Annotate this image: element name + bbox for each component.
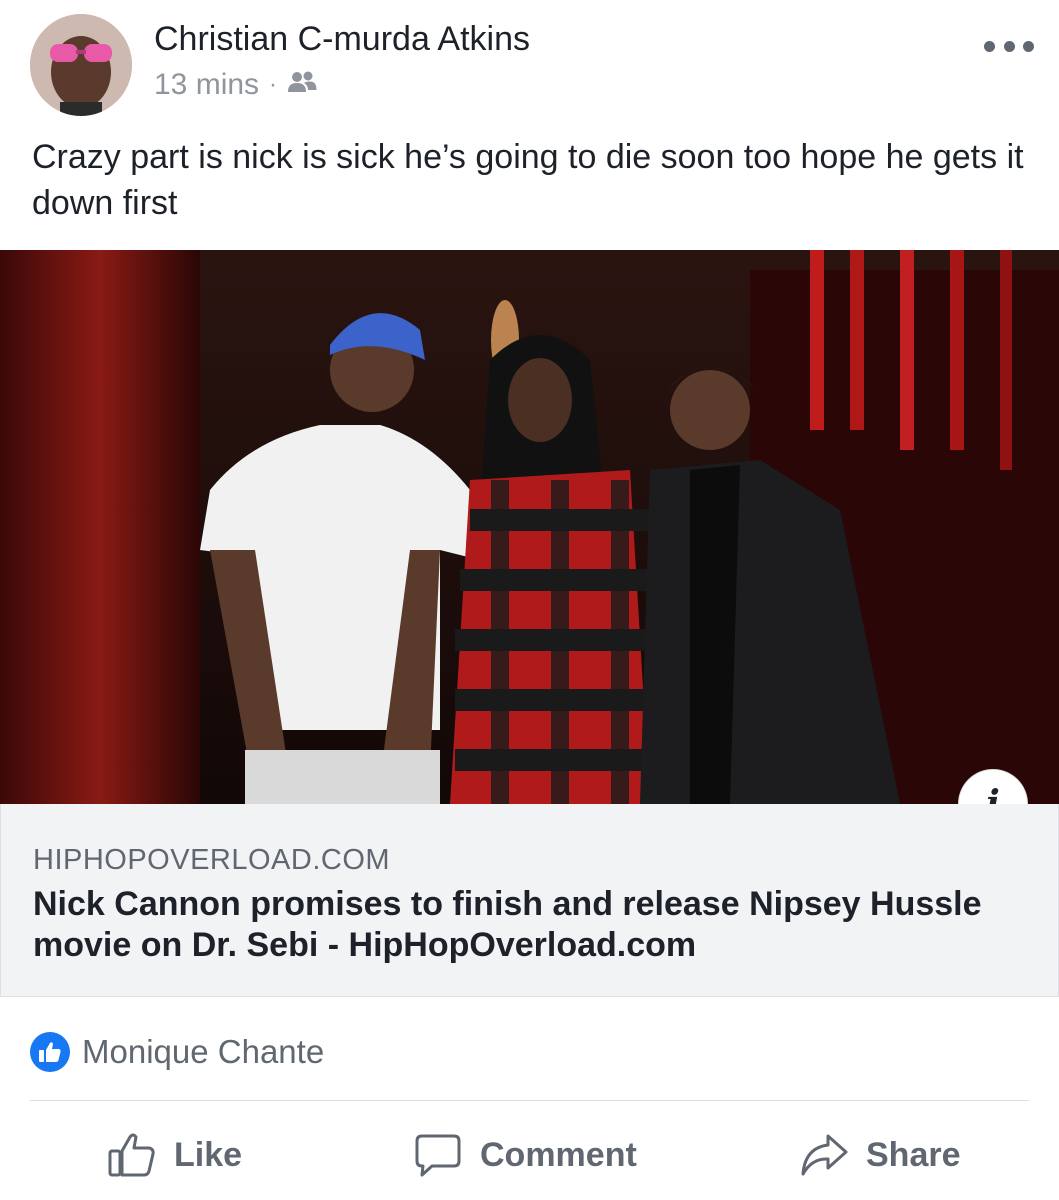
reactions-summary[interactable]: Monique Chante — [30, 1030, 324, 1074]
comment-icon — [415, 1134, 461, 1177]
link-title[interactable]: Nick Cannon promises to finish and relea… — [33, 884, 1043, 966]
author-name[interactable]: Christian C-murda Atkins — [154, 20, 530, 59]
share-button[interactable]: Share — [800, 1120, 961, 1190]
friends-icon — [287, 68, 317, 102]
reactor-names: Monique Chante — [82, 1033, 325, 1070]
link-preview-image[interactable] — [0, 250, 1059, 804]
post-header: Christian C-murda Atkins 13 mins · — [0, 0, 1059, 120]
meta-separator: · — [269, 71, 278, 98]
more-options-icon[interactable] — [984, 34, 1034, 58]
action-bar: Like Comment Share — [0, 1120, 1059, 1190]
post-meta: 13 mins · — [154, 68, 317, 102]
like-icon — [30, 1032, 70, 1072]
actions-divider — [30, 1100, 1029, 1101]
link-domain: HIPHOPOVERLOAD.COM — [33, 844, 391, 876]
comment-label: Comment — [480, 1135, 637, 1174]
share-icon — [801, 1134, 848, 1176]
share-label: Share — [866, 1135, 961, 1174]
post-time[interactable]: 13 mins — [154, 68, 259, 102]
post-text: Crazy part is nick is sick he’s going to… — [32, 138, 1024, 222]
comment-button[interactable]: Comment — [414, 1120, 637, 1190]
like-label: Like — [174, 1135, 243, 1174]
link-preview[interactable]: HIPHOPOVERLOAD.COM Nick Cannon promises … — [0, 804, 1059, 997]
thumbs-up-icon — [108, 1133, 155, 1177]
author-avatar[interactable] — [30, 14, 132, 116]
like-button[interactable]: Like — [108, 1120, 242, 1190]
